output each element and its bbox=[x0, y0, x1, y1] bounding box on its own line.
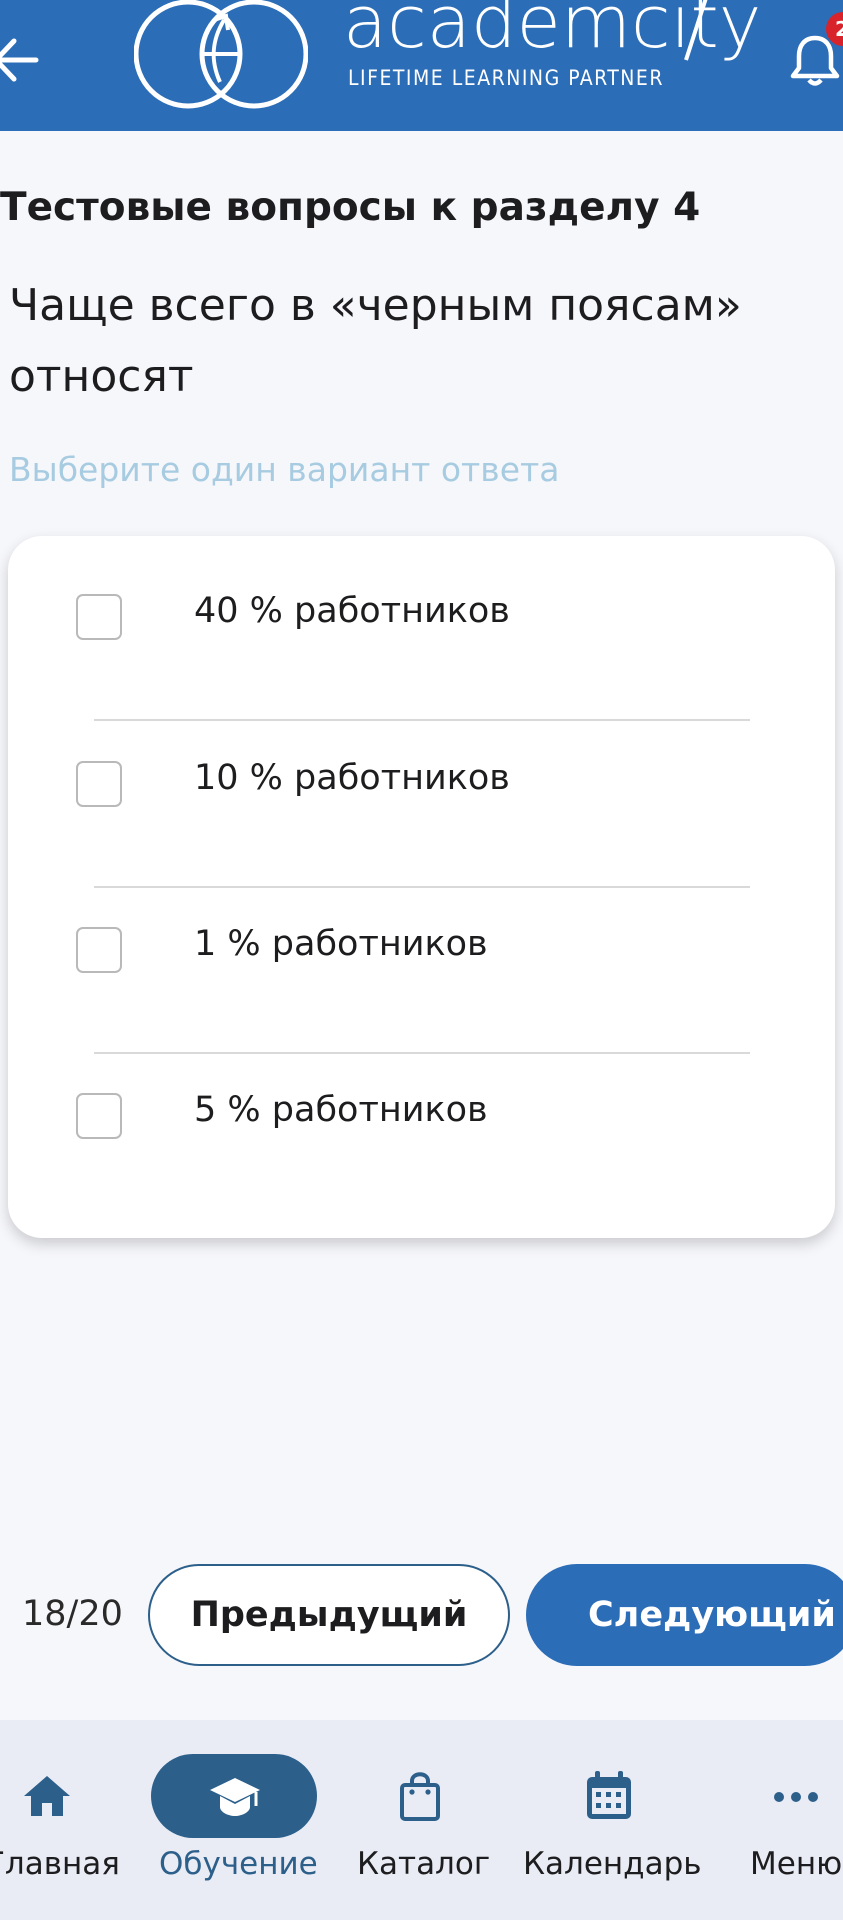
answer-option[interactable]: 1 % работников bbox=[8, 869, 835, 1029]
nav-label: Календарь bbox=[523, 1846, 702, 1882]
question-progress: 18/20 bbox=[22, 1594, 123, 1634]
bottom-navigation: Главная Обучение Каталог bbox=[0, 1720, 843, 1920]
nav-label: Каталог bbox=[357, 1846, 491, 1882]
app-header: academcity LIFETIME LEARNING PARTNER bbox=[0, 0, 843, 131]
nav-item-menu[interactable]: Меню bbox=[745, 1720, 843, 1920]
back-button[interactable] bbox=[0, 35, 40, 85]
brand-tagline: LIFETIME LEARNING PARTNER bbox=[348, 66, 664, 90]
nav-label: Главная bbox=[0, 1846, 120, 1882]
next-button[interactable]: Следующий bbox=[526, 1564, 843, 1666]
answer-checkbox[interactable] bbox=[76, 1093, 122, 1139]
nav-item-calendar[interactable]: Календарь bbox=[520, 1720, 702, 1920]
graduation-cap-icon bbox=[210, 1778, 260, 1816]
nav-item-home[interactable]: Главная bbox=[0, 1720, 125, 1920]
more-dots-icon bbox=[774, 1792, 818, 1802]
answer-option-label: 1 % работников bbox=[194, 924, 488, 964]
answer-checkbox[interactable] bbox=[76, 594, 122, 640]
answer-option[interactable]: 40 % работников bbox=[8, 536, 835, 696]
arrow-left-icon bbox=[0, 38, 39, 82]
answer-option[interactable]: 10 % работников bbox=[8, 703, 835, 863]
nav-label: Меню bbox=[750, 1846, 843, 1882]
home-icon bbox=[24, 1776, 70, 1816]
answer-checkbox[interactable] bbox=[76, 761, 122, 807]
answer-option-label: 10 % работников bbox=[194, 758, 510, 798]
question-text: Чаще всего в «черным поясам» относят bbox=[9, 280, 742, 402]
nav-item-learning[interactable]: Обучение bbox=[151, 1720, 318, 1920]
nav-label: Обучение bbox=[159, 1846, 318, 1882]
section-title: Тестовые вопросы к разделу 4 bbox=[0, 185, 701, 230]
answer-option[interactable]: 5 % работников bbox=[8, 1035, 835, 1195]
answer-checkbox[interactable] bbox=[76, 927, 122, 973]
answer-options: 40 % работников 10 % работников 1 % рабо… bbox=[8, 536, 835, 1238]
academcity-logo-icon bbox=[134, 0, 308, 109]
nav-item-catalog[interactable]: Каталог bbox=[355, 1720, 490, 1920]
answer-option-label: 40 % работников bbox=[194, 591, 510, 631]
previous-button[interactable]: Предыдущий bbox=[148, 1564, 510, 1666]
shopping-bag-icon bbox=[400, 1772, 440, 1821]
calendar-icon bbox=[587, 1771, 631, 1819]
answer-hint: Выберите один вариант ответа bbox=[9, 450, 560, 489]
brand-slash-mark bbox=[684, 0, 708, 61]
answer-option-label: 5 % работников bbox=[194, 1090, 488, 1130]
